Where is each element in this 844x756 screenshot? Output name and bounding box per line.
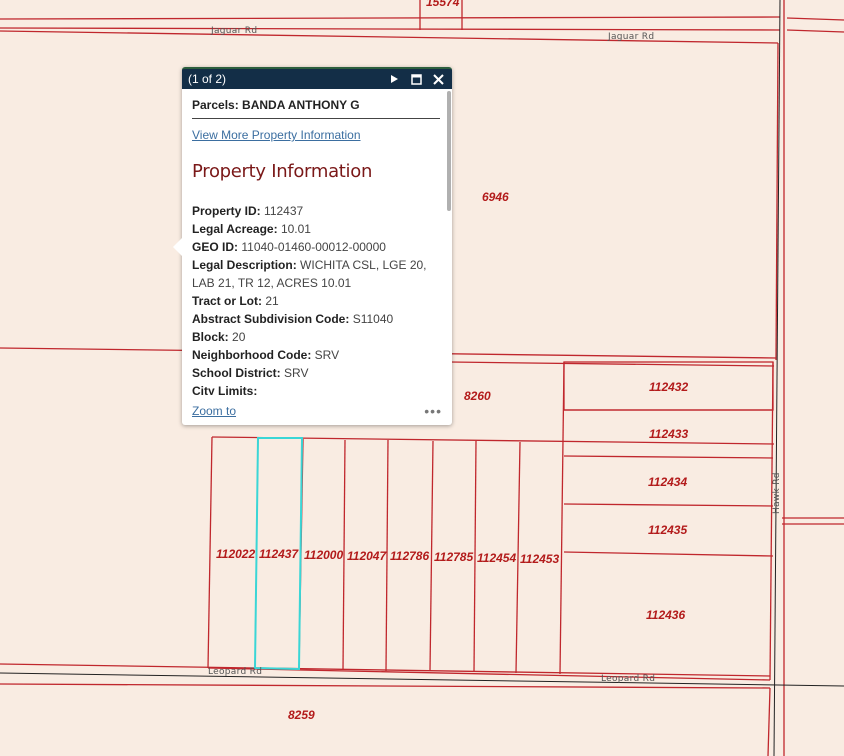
view-more-info-link[interactable]: View More Property Information bbox=[192, 128, 442, 142]
attribute-value: 21 bbox=[265, 294, 279, 308]
attribute-value: SRV bbox=[284, 366, 309, 380]
section-title: Property Information bbox=[192, 161, 373, 182]
maximize-icon[interactable] bbox=[408, 71, 424, 87]
attribute-key: Legal Description: bbox=[192, 258, 297, 272]
attribute-value: S11040 bbox=[352, 312, 394, 326]
popup-title: Parcels: BANDA ANTHONY G bbox=[192, 89, 440, 119]
attribute-key: Property ID: bbox=[192, 204, 261, 218]
attribute-key: City Limits: bbox=[192, 384, 258, 395]
attribute-value: 10.01 bbox=[280, 222, 311, 236]
attribute-value: 11040-01460-00012-00000 bbox=[241, 240, 386, 254]
parcel-label[interactable]: 112436 bbox=[646, 608, 685, 622]
popup-header: (1 of 2) bbox=[182, 67, 452, 89]
attribute-value: 20 bbox=[232, 330, 246, 344]
parcel-label[interactable]: 112432 bbox=[649, 380, 688, 394]
attribute-row: Legal Acreage: 10.01 bbox=[192, 220, 432, 238]
attribute-row: City Limits: bbox=[192, 382, 432, 395]
more-actions-icon[interactable]: ••• bbox=[424, 403, 442, 419]
parcel-label[interactable]: 112000 bbox=[304, 548, 343, 562]
close-icon[interactable] bbox=[430, 71, 446, 87]
parcel-label[interactable]: 112022 bbox=[216, 547, 255, 561]
parcel-label[interactable]: 112454 bbox=[477, 551, 516, 565]
attribute-row: Block: 20 bbox=[192, 328, 432, 346]
attribute-row: Abstract Subdivision Code: S11040 bbox=[192, 310, 432, 328]
attribute-value: 112437 bbox=[264, 204, 304, 218]
popup-counter: (1 of 2) bbox=[188, 72, 227, 86]
popup-scrollbar[interactable] bbox=[447, 91, 451, 211]
zoom-to-link[interactable]: Zoom to bbox=[192, 404, 236, 418]
attribute-key: Neighborhood Code: bbox=[192, 348, 312, 362]
attribute-key: Legal Acreage: bbox=[192, 222, 278, 236]
attribute-row: Tract or Lot: 21 bbox=[192, 292, 432, 310]
layer-label: Parcels: bbox=[192, 98, 239, 112]
parcel-label[interactable]: 112434 bbox=[648, 475, 687, 489]
popup-footer: Zoom to ••• bbox=[192, 403, 442, 419]
attribute-row: GEO ID: 11040-01460-00012-00000 bbox=[192, 238, 432, 256]
attribute-row: School District: SRV bbox=[192, 364, 432, 382]
parcel-label[interactable]: 112435 bbox=[648, 523, 687, 537]
popup-pointer bbox=[173, 238, 182, 256]
attribute-key: Block: bbox=[192, 330, 229, 344]
attribute-row: Legal Description: WICHITA CSL, LGE 20, … bbox=[192, 256, 432, 292]
attribute-row: Property ID: 112437 bbox=[192, 202, 432, 220]
parcel-label[interactable]: 112437 bbox=[259, 547, 299, 561]
attribute-key: Tract or Lot: bbox=[192, 294, 263, 308]
parcel-label[interactable]: 6946 bbox=[482, 190, 509, 204]
attribute-key: School District: bbox=[192, 366, 281, 380]
road-label: Leopard Rd bbox=[601, 674, 655, 684]
owner-name: BANDA ANTHONY G bbox=[242, 98, 360, 112]
attribute-key: GEO ID: bbox=[192, 240, 239, 254]
attribute-key: Abstract Subdivision Code: bbox=[192, 312, 350, 326]
popup-content[interactable]: Parcels: BANDA ANTHONY G View More Prope… bbox=[182, 89, 452, 395]
parcel-label[interactable]: 112785 bbox=[434, 550, 473, 564]
attribute-value: SRV bbox=[314, 348, 340, 362]
parcel-label[interactable]: 112786 bbox=[390, 549, 429, 563]
road-label: Jaguar Rd bbox=[607, 32, 654, 42]
parcel-label[interactable]: 8260 bbox=[464, 389, 491, 403]
identify-popup: (1 of 2) Parcels: BANDA ANTHONY G View M… bbox=[173, 67, 452, 425]
road-label: Jaguar Rd bbox=[210, 26, 257, 36]
parcel-label[interactable]: 15574 bbox=[426, 0, 460, 9]
parcel-label[interactable]: 112453 bbox=[520, 552, 559, 566]
attribute-row: Neighborhood Code: SRV bbox=[192, 346, 432, 364]
play-icon[interactable] bbox=[386, 71, 402, 87]
road-label: Leopard Rd bbox=[208, 667, 262, 677]
parcel-label[interactable]: 112047 bbox=[347, 549, 387, 563]
parcel-label[interactable]: 8259 bbox=[288, 708, 315, 722]
road-label: Hawk Rd bbox=[772, 472, 782, 514]
parcel-label[interactable]: 112433 bbox=[649, 427, 688, 441]
